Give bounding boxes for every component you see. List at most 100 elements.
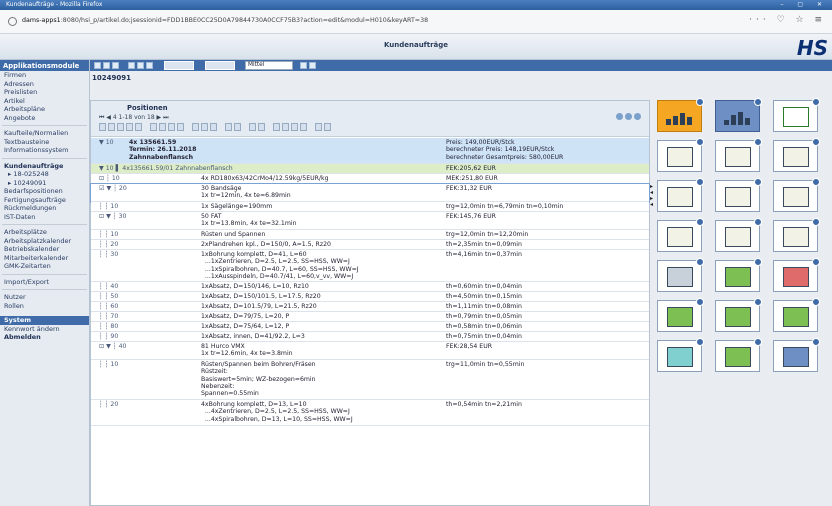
settings-icon[interactable] [625, 113, 632, 120]
sidebar-subitem[interactable]: ▸ 10249091 [0, 179, 89, 188]
chart-icon[interactable] [258, 123, 265, 131]
tile-machine[interactable] [657, 298, 704, 332]
row-key[interactable]: ┆ ┆ 30 [99, 251, 118, 258]
save-all-icon[interactable] [103, 62, 110, 69]
tool-icon[interactable] [177, 123, 184, 131]
sidebar-subitem[interactable]: ▸ 18-025248 [0, 170, 89, 179]
new-icon[interactable] [99, 123, 106, 131]
tile-capacity-chart[interactable] [715, 98, 762, 132]
sidebar-item[interactable]: IST-Daten [0, 213, 89, 222]
tile-production-chart[interactable] [657, 98, 704, 132]
print-icon[interactable] [112, 62, 119, 69]
list-icon[interactable] [201, 123, 208, 131]
row-key[interactable]: ┆ ┆ 20 [99, 241, 118, 248]
browser-menu-icons[interactable]: ··· ♡ ☆ ≡ [749, 15, 826, 25]
tool-icon[interactable] [146, 62, 153, 69]
sidebar-item[interactable]: Mitarbeiterkalender [0, 254, 89, 263]
table-row[interactable]: ⊡ ▼ ┆ 30 50 FAT 1x tr=13.8min, 4x te=32.… [91, 212, 649, 230]
tile-part-2[interactable] [715, 138, 762, 172]
table-row[interactable]: ┆ ┆ 90 1xAbsatz, innen, D=41/92.2, L=3 t… [91, 332, 649, 342]
dropdown-2[interactable] [205, 61, 235, 70]
info-icon[interactable] [616, 113, 623, 120]
tile-factory[interactable] [715, 258, 762, 292]
up-icon[interactable] [282, 123, 289, 131]
row-key[interactable]: ┆ ┆ 20 [99, 401, 118, 408]
row-key[interactable]: ▼ 10 ▌ 4x135661.59/01 Zahnnabenflansch [99, 165, 233, 172]
table-row[interactable]: ⊡ ▼ ┆ 40 81 Hurco VMX 1x tr=12.6min, 4x … [91, 342, 649, 360]
paste-icon[interactable] [126, 123, 133, 131]
table-row[interactable]: ┆ ┆ 10 Rüsten/Spannen beim Bohren/Fräsen… [91, 360, 649, 400]
sidebar-item[interactable]: Bedarfspositionen [0, 187, 89, 196]
sidebar-item[interactable]: Preislisten [0, 88, 89, 97]
row-key[interactable]: ┆ ┆ 60 [99, 303, 118, 310]
filter-icon[interactable] [300, 123, 307, 131]
sidebar-item[interactable]: Firmen [0, 71, 89, 80]
row-key[interactable]: ┆ ┆ 70 [99, 313, 118, 320]
collapse-arrows[interactable]: ▸ ◂ ▸ ◂ [650, 184, 653, 208]
sidebar-item-logout[interactable]: Abmelden [0, 333, 89, 342]
tile-workbench[interactable] [715, 338, 762, 372]
copy-icon[interactable] [117, 123, 124, 131]
sidebar-item[interactable]: Adressen [0, 80, 89, 89]
table-row[interactable]: ┆ ┆ 60 1xAbsatz, D=101.5/79, L=21.5, Rz2… [91, 302, 649, 312]
sidebar-item[interactable]: Artikel [0, 97, 89, 106]
table-row[interactable]: ▼ 10 4x 135661.59 Termin: 26.11.2018 Zah… [91, 138, 649, 164]
table-row[interactable]: ┆ ┆ 80 1xAbsatz, D=75/64, L=12, P th=0,5… [91, 322, 649, 332]
sidebar-item[interactable]: Arbeitspläne [0, 105, 89, 114]
copy-icon[interactable] [128, 62, 135, 69]
grid-icon[interactable] [634, 113, 641, 120]
edit-icon[interactable] [150, 123, 157, 131]
row-key[interactable]: ☑ ▼ ┆ 20 [99, 185, 127, 192]
tile-part-3[interactable] [773, 138, 820, 172]
tile-part-8[interactable] [715, 218, 762, 252]
row-key[interactable]: ⊡ ┆ 10 [99, 175, 120, 182]
tile-part-7[interactable] [657, 218, 704, 252]
sidebar-item[interactable]: Arbeitsplätze [0, 228, 89, 237]
table-row[interactable]: ┆ ┆ 50 1xAbsatz, D=150/101.5, L=17.5, Rz… [91, 292, 649, 302]
sum-icon[interactable] [168, 123, 175, 131]
table-row[interactable]: ┆ ┆ 70 1xAbsatz, D=79/75, L=20, P th=0,7… [91, 312, 649, 322]
tile-shopping-cart[interactable] [773, 98, 820, 132]
row-key[interactable]: ▼ 10 [99, 139, 114, 146]
save-icon[interactable] [94, 62, 101, 69]
row-key[interactable]: ⊡ ▼ ┆ 40 [99, 343, 126, 350]
grid-icon[interactable] [210, 123, 217, 131]
delete-icon[interactable] [135, 123, 142, 131]
sidebar-item[interactable]: Rückmeldungen [0, 204, 89, 213]
row-key[interactable]: ┆ ┆ 10 [99, 203, 118, 210]
row-key[interactable]: ┆ ┆ 90 [99, 333, 118, 340]
table-row[interactable]: ┆ ┆ 30 1xBohrung komplett, D=41, L=60 ..… [91, 250, 649, 282]
table-row[interactable]: ▼ 10 ▌ 4x135661.59/01 Zahnnabenflansch F… [91, 164, 649, 174]
table-row[interactable]: ┆ ┆ 40 1xAbsatz, D=150/146, L=10, Rz10 t… [91, 282, 649, 292]
sidebar-item[interactable]: Kennwort ändern [0, 325, 89, 334]
tile-part-9[interactable] [773, 218, 820, 252]
window-controls[interactable]: – ▢ ✕ [780, 0, 828, 10]
add-icon[interactable] [192, 123, 199, 131]
people-icon[interactable] [234, 123, 241, 131]
table-row[interactable]: ☑ ▼ ┆ 20 30 Bandsäge 1x tr=12min, 4x te=… [90, 183, 650, 203]
sidebar-item-kundenauftraege[interactable]: Kundenaufträge [0, 162, 89, 171]
size-select[interactable]: Mittel [245, 61, 293, 70]
tile-lathe[interactable] [657, 338, 704, 372]
sidebar-item[interactable]: Betriebskalender [0, 245, 89, 254]
warning-icon[interactable] [249, 123, 256, 131]
down-icon[interactable] [291, 123, 298, 131]
sidebar-item[interactable]: Import/Export [0, 278, 89, 287]
tile-part-4[interactable] [657, 178, 704, 212]
cut-icon[interactable] [108, 123, 115, 131]
table-row[interactable]: ┆ ┆ 20 2xPlandrehen kpl., D=150/0, A=1.5… [91, 240, 649, 250]
sidebar-item[interactable]: Textbausteine [0, 138, 89, 147]
calc-icon[interactable] [315, 123, 322, 131]
book-icon[interactable] [324, 123, 331, 131]
sidebar-item[interactable]: Arbeitsplatzkalender [0, 237, 89, 246]
pager[interactable]: ⏮ ◀ 4 1-18 von 18 ▶ ⏭ [99, 114, 168, 122]
sidebar-item[interactable]: Kaufteile/Normalien [0, 129, 89, 138]
tile-part-6[interactable] [773, 178, 820, 212]
info-icon[interactable] [8, 17, 17, 26]
tile-truck[interactable] [773, 338, 820, 372]
url-text[interactable]: dams-apps1:8080/hsi_p/artikel.do;jsessio… [22, 17, 428, 24]
row-key[interactable]: ┆ ┆ 80 [99, 323, 118, 330]
sidebar-item[interactable]: Fertigungsaufträge [0, 196, 89, 205]
people-icon[interactable] [225, 123, 232, 131]
tile-press[interactable] [773, 298, 820, 332]
